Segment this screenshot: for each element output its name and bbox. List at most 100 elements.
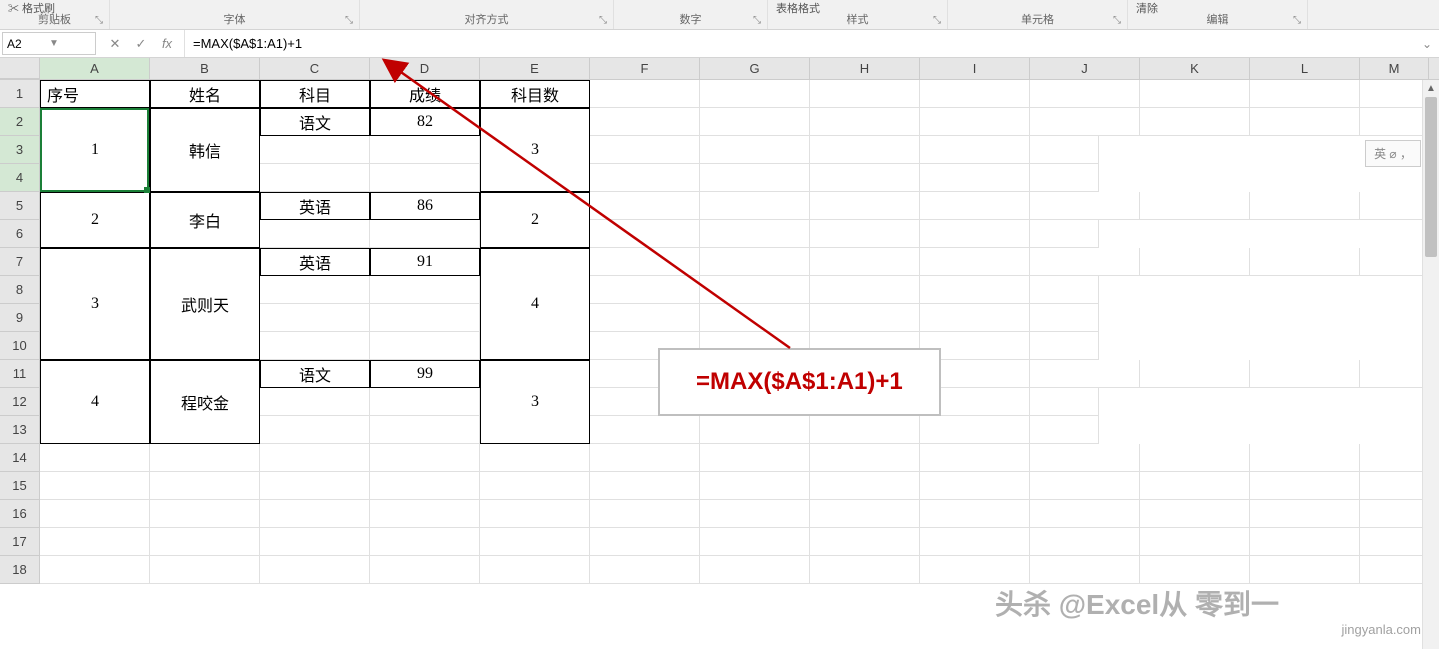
- cell[interactable]: [40, 472, 150, 500]
- cell[interactable]: 2: [480, 192, 590, 248]
- cell[interactable]: [810, 416, 920, 444]
- column-header[interactable]: H: [810, 58, 920, 79]
- cell[interactable]: 程咬金: [150, 360, 260, 444]
- cell[interactable]: [1360, 444, 1429, 472]
- cell[interactable]: [480, 472, 590, 500]
- cell[interactable]: [1250, 500, 1360, 528]
- cell[interactable]: [920, 556, 1030, 584]
- cell[interactable]: [1250, 528, 1360, 556]
- cell[interactable]: [1360, 108, 1429, 136]
- cell[interactable]: [590, 220, 700, 248]
- cell[interactable]: [1030, 472, 1140, 500]
- cell[interactable]: [1140, 472, 1250, 500]
- cell[interactable]: [370, 472, 480, 500]
- column-header[interactable]: B: [150, 58, 260, 79]
- cell[interactable]: [1250, 444, 1360, 472]
- cell[interactable]: [1030, 500, 1140, 528]
- column-header[interactable]: F: [590, 58, 700, 79]
- cell[interactable]: [370, 416, 480, 444]
- dialog-launcher-icon[interactable]: ⤡: [1291, 15, 1303, 27]
- cell[interactable]: [810, 444, 920, 472]
- cell[interactable]: [260, 528, 370, 556]
- cell[interactable]: [1140, 108, 1250, 136]
- cell[interactable]: [260, 304, 370, 332]
- cell[interactable]: [920, 80, 1030, 108]
- cell[interactable]: [1250, 80, 1360, 108]
- cell[interactable]: [1140, 528, 1250, 556]
- cell[interactable]: [920, 136, 1030, 164]
- cell[interactable]: [1030, 108, 1140, 136]
- row-header[interactable]: 6: [0, 220, 40, 248]
- row-header[interactable]: 14: [0, 444, 40, 472]
- cell[interactable]: [590, 304, 700, 332]
- dialog-launcher-icon[interactable]: ⤡: [751, 15, 763, 27]
- cell[interactable]: [370, 276, 480, 304]
- cell[interactable]: [370, 136, 480, 164]
- cell[interactable]: [700, 164, 810, 192]
- cell[interactable]: [810, 248, 920, 276]
- ribbon-item[interactable]: ✂ 格式刷: [8, 0, 55, 16]
- cell[interactable]: [810, 276, 920, 304]
- row-header[interactable]: 12: [0, 388, 40, 416]
- cell[interactable]: 李白: [150, 192, 260, 248]
- row-header[interactable]: 13: [0, 416, 40, 444]
- cancel-icon[interactable]: ✕: [102, 36, 128, 52]
- cell[interactable]: [810, 556, 920, 584]
- cell[interactable]: [370, 444, 480, 472]
- column-header[interactable]: K: [1140, 58, 1250, 79]
- cell[interactable]: [1030, 164, 1099, 192]
- cell[interactable]: [920, 444, 1030, 472]
- column-header[interactable]: E: [480, 58, 590, 79]
- cell[interactable]: [1030, 136, 1099, 164]
- cell[interactable]: [920, 276, 1030, 304]
- cell[interactable]: [1140, 556, 1250, 584]
- cell[interactable]: [370, 332, 480, 360]
- cell[interactable]: [480, 444, 590, 472]
- cell[interactable]: [1030, 388, 1099, 416]
- fx-icon[interactable]: fx: [154, 36, 180, 51]
- chevron-down-icon[interactable]: ▼: [49, 38, 91, 49]
- column-header[interactable]: A: [40, 58, 150, 79]
- cell[interactable]: [1250, 360, 1360, 388]
- column-header[interactable]: M: [1360, 58, 1429, 79]
- column-header[interactable]: G: [700, 58, 810, 79]
- cell[interactable]: [810, 500, 920, 528]
- row-header[interactable]: 10: [0, 332, 40, 360]
- cell[interactable]: [590, 416, 700, 444]
- cell[interactable]: 英语: [260, 248, 370, 276]
- cell[interactable]: [40, 528, 150, 556]
- cell[interactable]: [810, 136, 920, 164]
- cell[interactable]: [810, 220, 920, 248]
- row-header[interactable]: 16: [0, 500, 40, 528]
- select-all-corner[interactable]: [0, 58, 40, 79]
- cell[interactable]: [700, 248, 810, 276]
- cell[interactable]: [1140, 360, 1250, 388]
- cell[interactable]: [480, 500, 590, 528]
- cell[interactable]: [590, 80, 700, 108]
- row-header[interactable]: 9: [0, 304, 40, 332]
- cell[interactable]: 语文: [260, 108, 370, 136]
- cell[interactable]: [150, 444, 260, 472]
- cell[interactable]: 科目数: [480, 80, 590, 108]
- cell[interactable]: [260, 220, 370, 248]
- cell[interactable]: [260, 500, 370, 528]
- row-header[interactable]: 3: [0, 136, 40, 164]
- scroll-up-icon[interactable]: ▲: [1423, 80, 1439, 97]
- cell[interactable]: 86: [370, 192, 480, 220]
- cell[interactable]: [590, 444, 700, 472]
- column-header[interactable]: I: [920, 58, 1030, 79]
- cell[interactable]: 91: [370, 248, 480, 276]
- cell[interactable]: [590, 248, 700, 276]
- cell[interactable]: [590, 276, 700, 304]
- cell[interactable]: [1250, 248, 1360, 276]
- cell[interactable]: [1360, 528, 1429, 556]
- row-header[interactable]: 18: [0, 556, 40, 584]
- cell[interactable]: [700, 80, 810, 108]
- cell[interactable]: [1360, 192, 1429, 220]
- cell[interactable]: [260, 472, 370, 500]
- cell[interactable]: [260, 136, 370, 164]
- cell[interactable]: [370, 500, 480, 528]
- cell[interactable]: [810, 192, 920, 220]
- cell[interactable]: [810, 472, 920, 500]
- cell[interactable]: [810, 304, 920, 332]
